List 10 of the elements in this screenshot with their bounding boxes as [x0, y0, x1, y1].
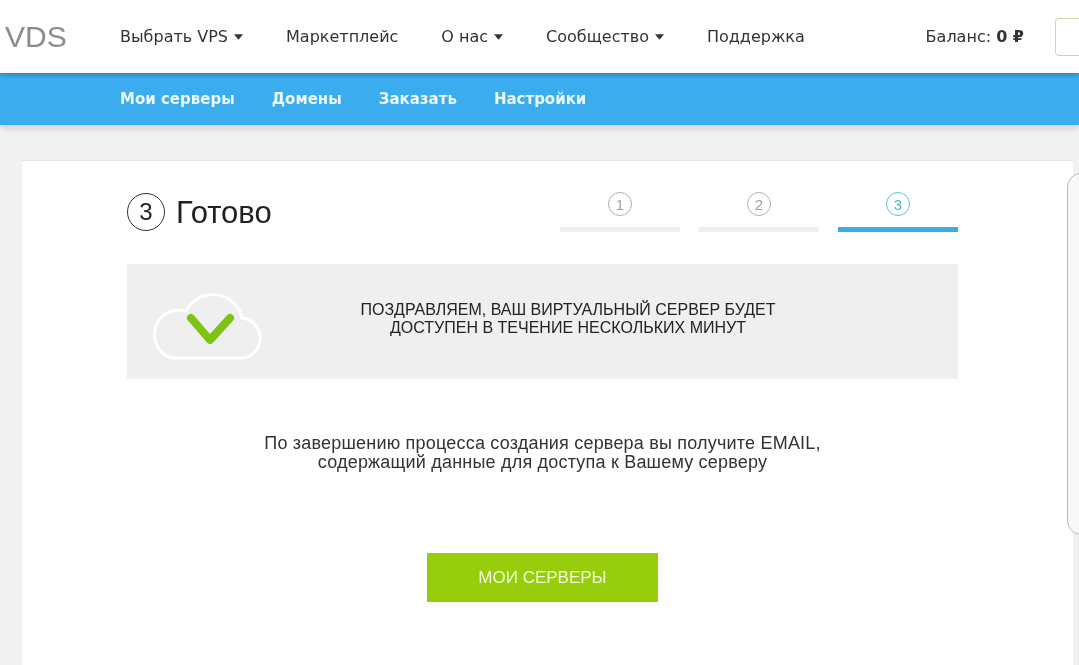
nav-link[interactable]: Выбрать VPS: [120, 24, 244, 49]
nav-link[interactable]: Поддержка: [707, 24, 805, 49]
success-message: ПОЗДРАВЛЯЕМ, ВАШ ВИРТУАЛЬНЫЙ СЕРВЕР БУДЕТ ДОСТУПЕН В ТЕЧЕНИЕ НЕСКОЛЬКИХ МИНУТ: [359, 300, 777, 337]
info-message: По завершению процесса создания сервера вы получите EMAIL, содержащий данные для доступа к Вашему серверу: [263, 434, 822, 472]
page-title: Готово: [176, 196, 272, 228]
nav-link[interactable]: Сообщество: [546, 24, 664, 49]
logo-text: VDS: [5, 21, 68, 52]
balance-text: Баланс: 0 ₽: [925, 25, 1024, 48]
nav-link[interactable]: Маркетплейс: [286, 24, 399, 49]
nav-link[interactable]: О нас: [441, 24, 504, 49]
